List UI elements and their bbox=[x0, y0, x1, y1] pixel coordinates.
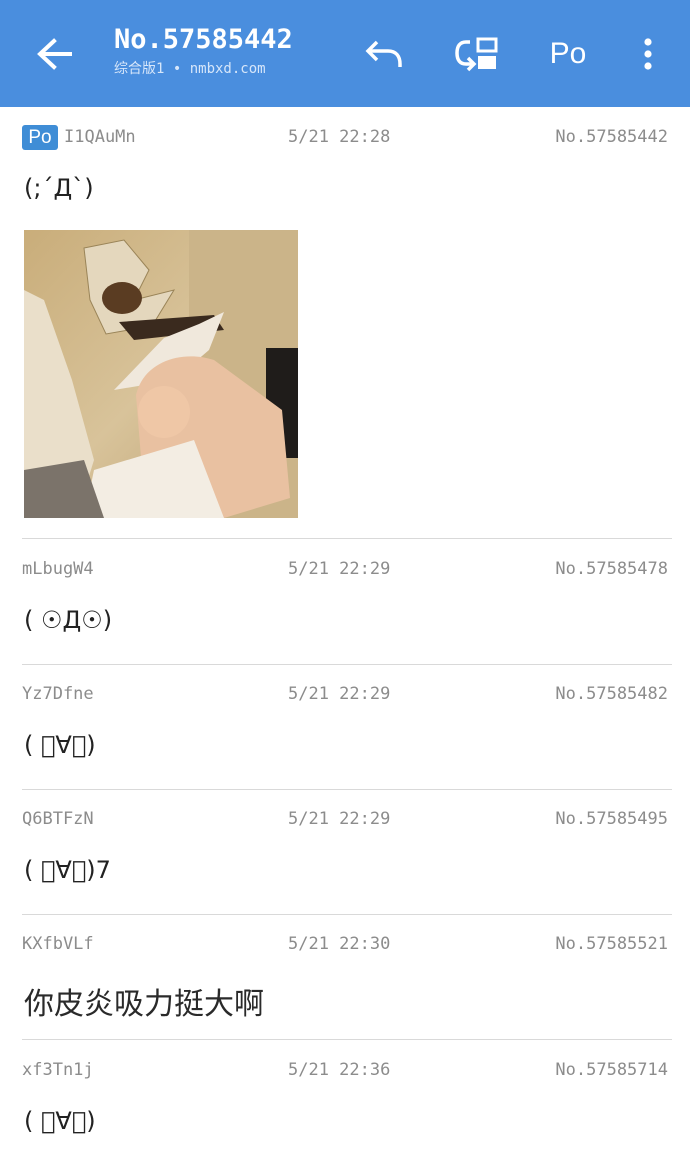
post-meta: KXfbVLf 5/21 22:30 No.57585521 bbox=[22, 929, 672, 959]
post-item[interactable]: Po I1QAuMn 5/21 22:28 No.57585442 (;´Д`) bbox=[22, 122, 672, 539]
refresh-button[interactable] bbox=[450, 30, 502, 78]
post-number[interactable]: No.57585495 bbox=[555, 804, 668, 834]
post-item[interactable]: mLbugW4 5/21 22:29 No.57585478 ( ☉Д☉) bbox=[22, 554, 672, 665]
post-time: 5/21 22:29 bbox=[288, 684, 391, 704]
po-filter-button[interactable]: Po bbox=[540, 30, 596, 78]
post-time: 5/21 22:29 bbox=[288, 809, 391, 829]
post-meta: mLbugW4 5/21 22:29 No.57585478 bbox=[22, 554, 672, 584]
post-meta: Q6BTFzN 5/21 22:29 No.57585495 bbox=[22, 804, 672, 834]
arrow-left-icon bbox=[37, 38, 72, 70]
post-meta: Po I1QAuMn 5/21 22:28 No.57585442 bbox=[22, 122, 672, 152]
post-item[interactable]: KXfbVLf 5/21 22:30 No.57585521 你皮炎吸力挺大啊 bbox=[22, 929, 672, 1040]
post-number[interactable]: No.57585482 bbox=[555, 679, 668, 709]
reply-button[interactable] bbox=[360, 30, 408, 78]
back-button[interactable] bbox=[32, 34, 76, 74]
post-time: 5/21 22:36 bbox=[288, 1060, 391, 1080]
post-number[interactable]: No.57585478 bbox=[555, 554, 668, 584]
post-meta: xf3Tn1j 5/21 22:36 No.57585714 bbox=[22, 1055, 672, 1085]
post-time: 5/21 22:29 bbox=[288, 559, 391, 579]
post-content: 你皮炎吸力挺大啊 bbox=[24, 987, 264, 1022]
post-item[interactable]: Yz7Dfne 5/21 22:29 No.57585482 ( ﾟ∀。) bbox=[22, 679, 672, 790]
more-vert-icon bbox=[644, 38, 652, 70]
user-id[interactable]: I1QAuMn bbox=[64, 122, 136, 152]
post-number[interactable]: No.57585442 bbox=[555, 122, 668, 152]
thread-title: No.57585442 bbox=[114, 24, 293, 55]
post-item[interactable]: Q6BTFzN 5/21 22:29 No.57585495 ( ﾟ∀。)7 bbox=[22, 804, 672, 915]
post-time: 5/21 22:30 bbox=[288, 934, 391, 954]
more-button[interactable] bbox=[628, 30, 668, 78]
title-block: No.57585442 综合版1 • nmbxd.com bbox=[114, 24, 293, 80]
post-number[interactable]: No.57585714 bbox=[555, 1055, 668, 1085]
reply-icon bbox=[365, 40, 402, 67]
post-time: 5/21 22:28 bbox=[288, 127, 391, 147]
post-content: (;´Д`) bbox=[24, 174, 94, 202]
post-content: ( ﾟ∀。) bbox=[24, 1107, 96, 1135]
post-image[interactable] bbox=[24, 230, 298, 518]
post-content: ( ﾟ∀。)7 bbox=[24, 856, 111, 884]
post-content: ( ﾟ∀。) bbox=[24, 731, 96, 759]
user-id[interactable]: KXfbVLf bbox=[22, 929, 94, 959]
thread-subtitle: 综合版1 • nmbxd.com bbox=[114, 61, 266, 77]
refresh-icon bbox=[455, 37, 498, 72]
user-id[interactable]: mLbugW4 bbox=[22, 554, 94, 584]
post-content: ( ☉Д☉) bbox=[24, 606, 113, 634]
user-id[interactable]: xf3Tn1j bbox=[22, 1055, 94, 1085]
post-number[interactable]: No.57585521 bbox=[555, 929, 668, 959]
user-id[interactable]: Yz7Dfne bbox=[22, 679, 94, 709]
post-item[interactable]: xf3Tn1j 5/21 22:36 No.57585714 ( ﾟ∀。) bbox=[22, 1055, 672, 1149]
user-id[interactable]: Q6BTFzN bbox=[22, 804, 94, 834]
po-badge: Po bbox=[22, 125, 58, 150]
app-bar: No.57585442 综合版1 • nmbxd.com Po bbox=[0, 0, 690, 107]
post-meta: Yz7Dfne 5/21 22:29 No.57585482 bbox=[22, 679, 672, 709]
